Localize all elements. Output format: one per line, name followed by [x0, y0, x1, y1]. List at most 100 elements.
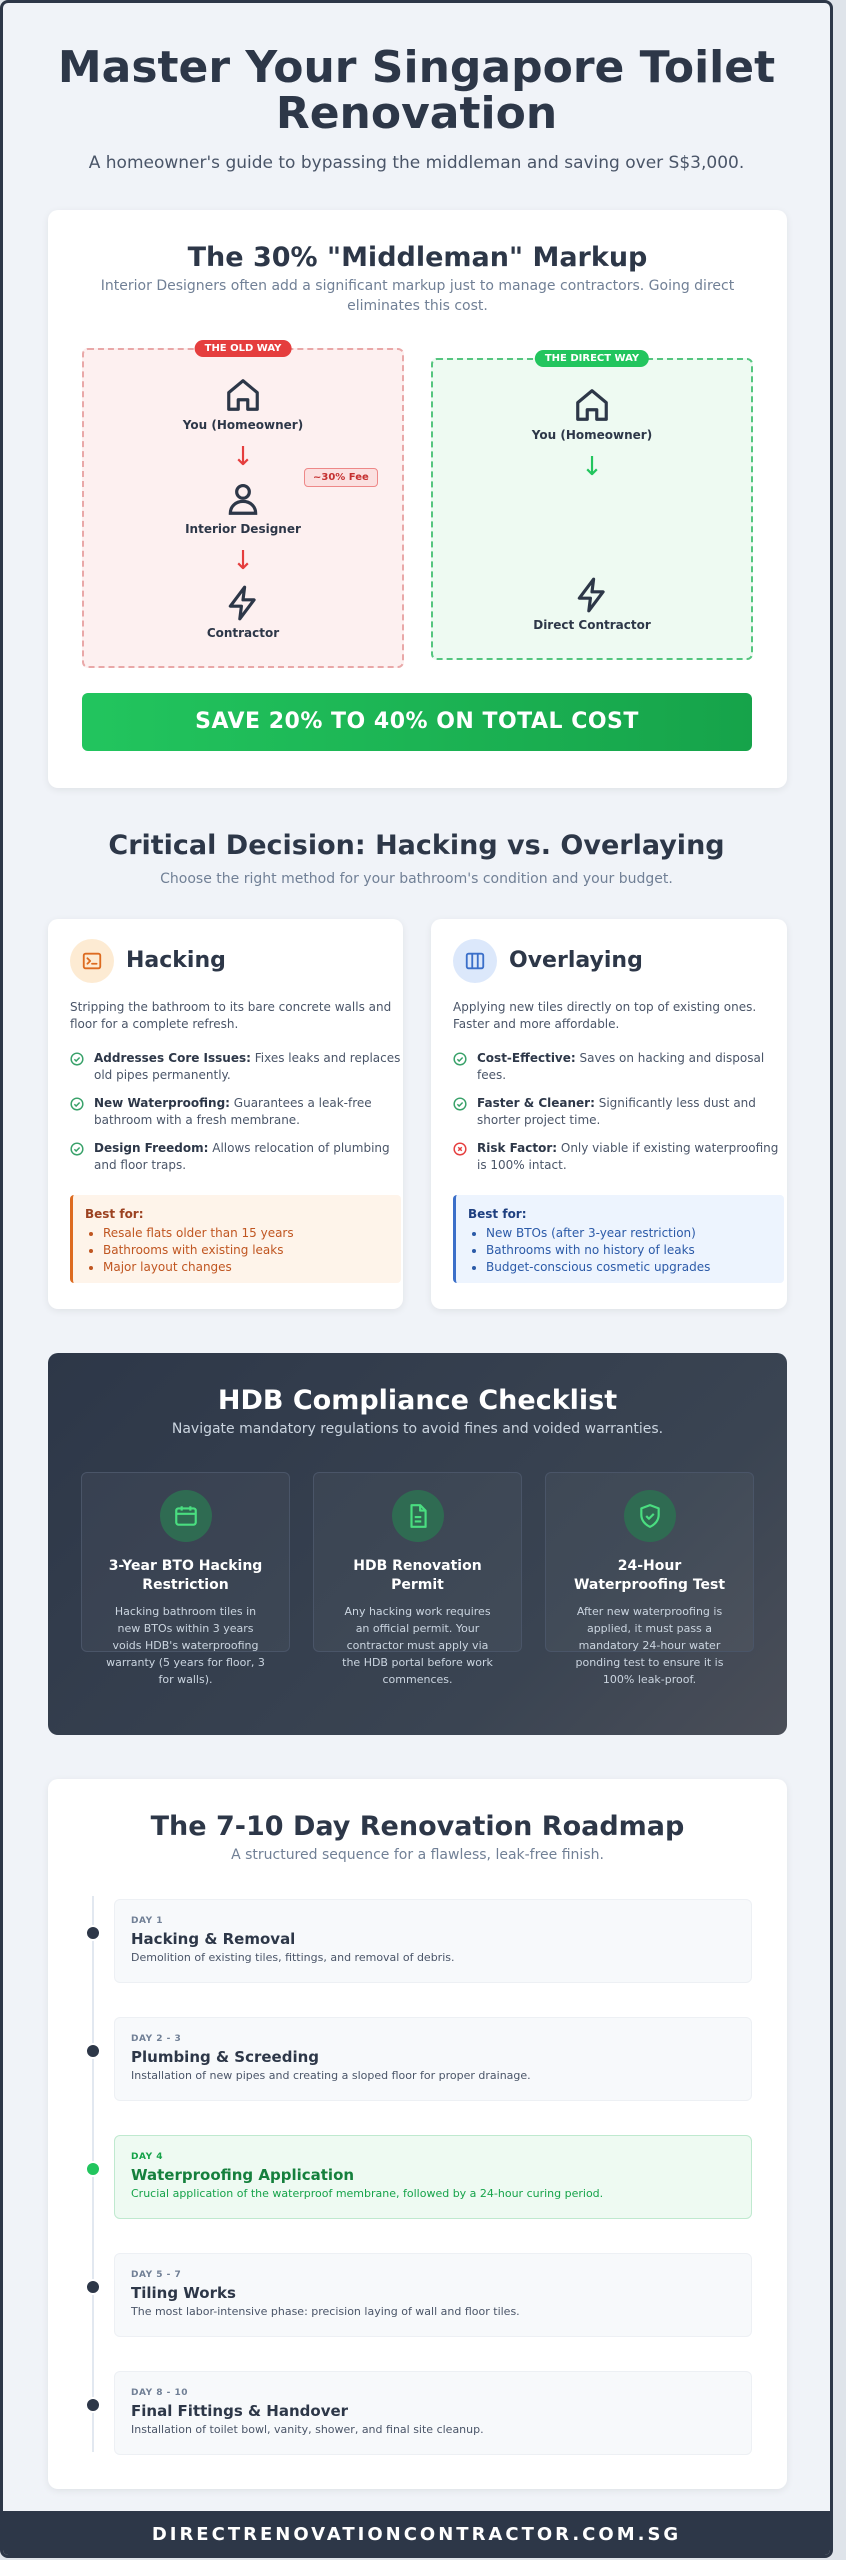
calendar-icon — [159, 1490, 212, 1542]
page-subtitle: A homeowner's guide to bypassing the mid… — [88, 153, 745, 173]
hdb-item-text: Any hacking work requires an official pe… — [342, 1605, 493, 1686]
step-title: Tiling Works — [131, 2284, 236, 2302]
timeline-step-highlighted: DAY 4 Waterproofing Application Crucial … — [114, 2135, 752, 2219]
hdb-subtitle: Navigate mandatory regulations to avoid … — [171, 1421, 664, 1437]
hdb-item-title: HDB Renovation Permit — [353, 1558, 482, 1593]
timeline-step: DAY 1 Hacking & Removal Demolition of ex… — [114, 1899, 752, 1983]
feature-bold: Cost-Effective: — [477, 1051, 576, 1065]
hdb-item-title: 3-Year BTO Hacking Restriction — [108, 1558, 263, 1593]
best-for-title: Best for: — [85, 1207, 144, 1221]
feature-bold: Addresses Core Issues: — [94, 1051, 251, 1065]
down-arrow-icon: ↓ — [581, 452, 603, 482]
timeline-dot — [85, 2397, 101, 2413]
direct-way-box: THE DIRECT WAY You (Homeowner) ↓ Direct … — [431, 350, 753, 660]
markup-card: The 30% "Middleman" Markup Interior Desi… — [48, 210, 787, 788]
x-circle-icon — [453, 1142, 467, 1156]
hdb-item: HDB Renovation Permit Any hacking work r… — [313, 1472, 522, 1686]
hero: Master Your Singapore Toilet Renovation … — [3, 42, 830, 174]
timeline-dot — [85, 1925, 101, 1941]
step-desc: Crucial application of the waterproof me… — [131, 2187, 604, 2200]
old-way-box: THE OLD WAY You (Homeowner) ↓ Interior D… — [82, 340, 404, 668]
decision-title: Critical Decision: Hacking vs. Overlayin… — [108, 830, 725, 861]
hdb-section: HDB Compliance Checklist Navigate mandat… — [48, 1353, 787, 1735]
hdb-item-title: 24-Hour Waterproofing Test — [573, 1558, 726, 1593]
save-banner: SAVE 20% TO 40% ON TOTAL COST — [82, 693, 752, 751]
page-title: Master Your Singapore Toilet Renovation — [57, 42, 776, 139]
overlaying-feature: Cost-Effective: Saves on hacking and dis… — [453, 1050, 789, 1084]
direct-node-contractor: Direct Contractor — [433, 576, 751, 632]
step-day: DAY 5 - 7 — [131, 2270, 182, 2280]
best-for-item: Major layout changes — [103, 1259, 389, 1276]
best-for-item: Resale flats older than 15 years — [103, 1225, 389, 1242]
check-circle-icon — [453, 1052, 467, 1066]
check-circle-icon — [70, 1097, 84, 1111]
hacking-feature: New Waterproofing: Guarantees a leak-fre… — [70, 1095, 406, 1129]
hdb-item: 3-Year BTO Hacking Restriction Hacking b… — [81, 1472, 290, 1686]
document-icon — [391, 1490, 444, 1542]
overlaying-feature: Faster & Cleaner: Significantly less dus… — [453, 1095, 789, 1129]
old-node-designer: Interior Designer — [84, 480, 402, 536]
hacking-best-for: Best for: Resale flats older than 15 yea… — [70, 1195, 401, 1283]
down-arrow-icon: ↓ — [232, 546, 254, 576]
direct-node-contractor-label: Direct Contractor — [533, 618, 651, 632]
hdb-item-text: Hacking bathroom tiles in new BTOs withi… — [106, 1605, 265, 1686]
step-title: Hacking & Removal — [131, 1930, 296, 1948]
step-desc: Installation of toilet bowl, vanity, sho… — [131, 2423, 484, 2436]
lightning-icon — [577, 577, 605, 613]
best-for-item: Budget-conscious cosmetic upgrades — [486, 1259, 772, 1276]
decision-header: Critical Decision: Hacking vs. Overlayin… — [3, 830, 830, 887]
terminal-icon — [70, 939, 114, 983]
best-for-item: Bathrooms with no history of leaks — [486, 1242, 772, 1259]
markup-subtitle: Interior Designers often add a significa… — [100, 278, 735, 314]
timeline-step: DAY 8 - 10 Final Fittings & Handover Ins… — [114, 2371, 752, 2455]
old-node-designer-label: Interior Designer — [185, 522, 301, 536]
feature-bold: New Waterproofing: — [94, 1096, 230, 1110]
infographic-frame: Master Your Singapore Toilet Renovation … — [0, 0, 833, 2558]
overlaying-card: Overlaying Applying new tiles directly o… — [431, 919, 787, 1309]
step-desc: The most labor-intensive phase: precisio… — [131, 2305, 520, 2318]
feature-bold: Faster & Cleaner: — [477, 1096, 595, 1110]
hdb-item-text: After new waterproofing is applied, it m… — [575, 1605, 724, 1686]
hdb-title: HDB Compliance Checklist — [217, 1385, 618, 1416]
step-title: Waterproofing Application — [131, 2166, 355, 2184]
markup-title: The 30% "Middleman" Markup — [187, 242, 648, 273]
fee-badge: ~30% Fee — [304, 468, 378, 487]
home-icon — [576, 389, 608, 421]
hacking-card: Hacking Stripping the bathroom to its ba… — [48, 919, 403, 1309]
step-desc: Installation of new pipes and creating a… — [131, 2069, 531, 2082]
best-for-item: Bathrooms with existing leaks — [103, 1242, 389, 1259]
home-icon — [227, 379, 259, 411]
old-node-homeowner: You (Homeowner) — [84, 376, 402, 432]
user-icon — [228, 483, 258, 515]
hdb-item: 24-Hour Waterproofing Test After new wat… — [545, 1472, 754, 1686]
feature-bold: Design Freedom: — [94, 1141, 209, 1155]
direct-node-homeowner: You (Homeowner) — [433, 386, 751, 442]
direct-way-tag: THE DIRECT WAY — [534, 350, 650, 367]
overlaying-best-for: Best for: New BTOs (after 3-year restric… — [453, 1195, 784, 1283]
timeline-dot — [85, 2279, 101, 2295]
hacking-feature: Design Freedom: Allows relocation of plu… — [70, 1140, 406, 1174]
check-circle-icon — [70, 1142, 84, 1156]
columns-icon — [453, 939, 497, 983]
step-day: DAY 1 — [131, 1916, 163, 1926]
step-day: DAY 8 - 10 — [131, 2388, 189, 2398]
decision-subtitle: Choose the right method for your bathroo… — [160, 871, 673, 887]
step-desc: Demolition of existing tiles, fittings, … — [131, 1951, 455, 1964]
old-way-tag: THE OLD WAY — [194, 340, 292, 357]
overlaying-description: Applying new tiles directly on top of ex… — [453, 1000, 757, 1031]
feature-bold: Risk Factor: — [477, 1141, 558, 1155]
timeline-step: DAY 5 - 7 Tiling Works The most labor-in… — [114, 2253, 752, 2337]
direct-node-homeowner-label: You (Homeowner) — [531, 428, 653, 442]
step-title: Final Fittings & Handover — [131, 2402, 349, 2420]
footer-domain-link[interactable]: DIRECTRENOVATIONCONTRACTOR.COM.SG — [3, 2511, 830, 2555]
timeline-dot — [85, 2043, 101, 2059]
overlaying-title: Overlaying — [509, 948, 643, 973]
check-circle-icon — [453, 1097, 467, 1111]
roadmap-title: The 7-10 Day Renovation Roadmap — [150, 1811, 685, 1842]
old-node-contractor: Contractor — [84, 584, 402, 640]
timeline-step: DAY 2 - 3 Plumbing & Screeding Installat… — [114, 2017, 752, 2101]
roadmap-card: The 7-10 Day Renovation Roadmap A struct… — [48, 1779, 787, 2489]
hacking-feature: Addresses Core Issues: Fixes leaks and r… — [70, 1050, 406, 1084]
step-title: Plumbing & Screeding — [131, 2048, 319, 2066]
old-node-homeowner-label: You (Homeowner) — [182, 418, 304, 432]
